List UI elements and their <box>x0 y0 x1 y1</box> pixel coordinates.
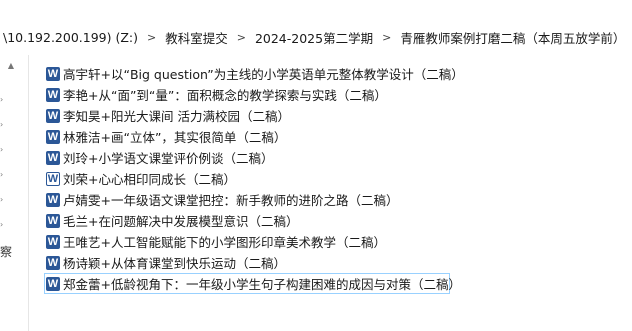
file-item[interactable]: W 王唯艺+人工智能赋能下的小学图形印章美术教学（二稿） <box>44 231 464 252</box>
chevron-right-icon[interactable]: › <box>0 145 8 155</box>
file-name: 李知昊+阳光大课间 活力满校园（二稿） <box>63 109 290 124</box>
file-name: 毛兰+在问题解决中发展模型意识（二稿） <box>63 214 299 229</box>
file-item[interactable]: W 卢婧雯+一年级语文课堂把控：新手教师的进阶之路（二稿） <box>44 189 464 210</box>
word-document-icon: W <box>46 66 60 81</box>
file-list: W 高宇轩+以“Big question”为主线的小学英语单元整体教学设计（二稿… <box>44 63 464 294</box>
word-document-icon: W <box>46 150 60 165</box>
chevron-right-icon[interactable]: › <box>0 220 8 230</box>
file-item[interactable]: W 刘玲+小学语文课堂评价例谈（二稿） <box>44 147 464 168</box>
word-document-icon: W <box>46 192 60 207</box>
word-document-icon: W <box>46 213 60 228</box>
chevron-right-icon[interactable]: › <box>0 120 8 130</box>
chevron-right-icon[interactable]: > <box>231 31 252 44</box>
file-name: 李艳+从“面”到“量”：面积概念的教学探索与实践（二稿） <box>63 88 387 103</box>
file-item[interactable]: W 李知昊+阳光大课间 活力满校园（二稿） <box>44 105 464 126</box>
address-bar[interactable]: \10.192.200.199) (Z:) > 教科室提交 > 2024-202… <box>0 22 632 52</box>
file-item[interactable]: W 高宇轩+以“Big question”为主线的小学英语单元整体教学设计（二稿… <box>44 63 464 84</box>
file-name: 刘玲+小学语文课堂评价例谈（二稿） <box>63 151 274 166</box>
file-item[interactable]: W 杨诗颖+从体育课堂到快乐运动（二稿） <box>44 252 464 273</box>
word-document-icon: W <box>46 276 60 291</box>
file-item-selected[interactable]: W 郑金蕾+低龄视角下：一年级小学生句子构建困难的成因与对策（二稿） <box>44 273 461 294</box>
breadcrumb-drive[interactable]: \10.192.200.199) (Z:) <box>0 30 141 45</box>
file-name: 卢婧雯+一年级语文课堂把控：新手教师的进阶之路（二稿） <box>63 193 399 208</box>
file-name: 王唯艺+人工智能赋能下的小学图形印章美术教学（二稿） <box>63 235 386 250</box>
breadcrumb-folder-2[interactable]: 2024-2025第二学期 <box>252 28 376 47</box>
pane-divider[interactable] <box>28 55 29 331</box>
file-name: 高宇轩+以“Big question”为主线的小学英语单元整体教学设计（二稿） <box>63 67 464 82</box>
chevron-right-icon[interactable]: > <box>141 31 162 44</box>
nav-item-partial[interactable]: 察 <box>0 243 12 260</box>
file-name: 杨诗颖+从体育课堂到快乐运动（二稿） <box>63 256 286 271</box>
chevron-right-icon[interactable]: > <box>376 31 397 44</box>
chevron-right-icon[interactable]: › <box>0 170 8 180</box>
chevron-right-icon[interactable]: › <box>0 195 8 205</box>
file-item[interactable]: W 李艳+从“面”到“量”：面积概念的教学探索与实践（二稿） <box>44 84 464 105</box>
word-document-icon: W <box>46 171 60 186</box>
file-item[interactable]: W 林雅洁+画“立体”，其实很简单（二稿） <box>44 126 464 147</box>
file-item[interactable]: W 毛兰+在问题解决中发展模型意识（二稿） <box>44 210 464 231</box>
word-document-icon: W <box>46 234 60 249</box>
word-document-icon: W <box>46 108 60 123</box>
file-name: 林雅洁+画“立体”，其实很简单（二稿） <box>63 130 287 145</box>
word-document-icon: W <box>46 255 60 270</box>
scroll-up-icon[interactable]: ▲ <box>6 61 16 71</box>
file-name: 刘荣+心心相印同成长（二稿） <box>63 172 236 187</box>
word-document-icon: W <box>46 87 60 102</box>
file-item[interactable]: W 刘荣+心心相印同成长（二稿） <box>44 168 464 189</box>
word-document-icon: W <box>46 129 60 144</box>
file-name: 郑金蕾+低龄视角下：一年级小学生句子构建困难的成因与对策（二稿） <box>63 277 461 292</box>
chevron-right-icon[interactable]: › <box>0 95 8 105</box>
breadcrumb-folder-1[interactable]: 教科室提交 <box>162 28 231 47</box>
breadcrumb-folder-3[interactable]: 青雁教师案例打磨二稿（本周五放学前） <box>397 28 628 47</box>
